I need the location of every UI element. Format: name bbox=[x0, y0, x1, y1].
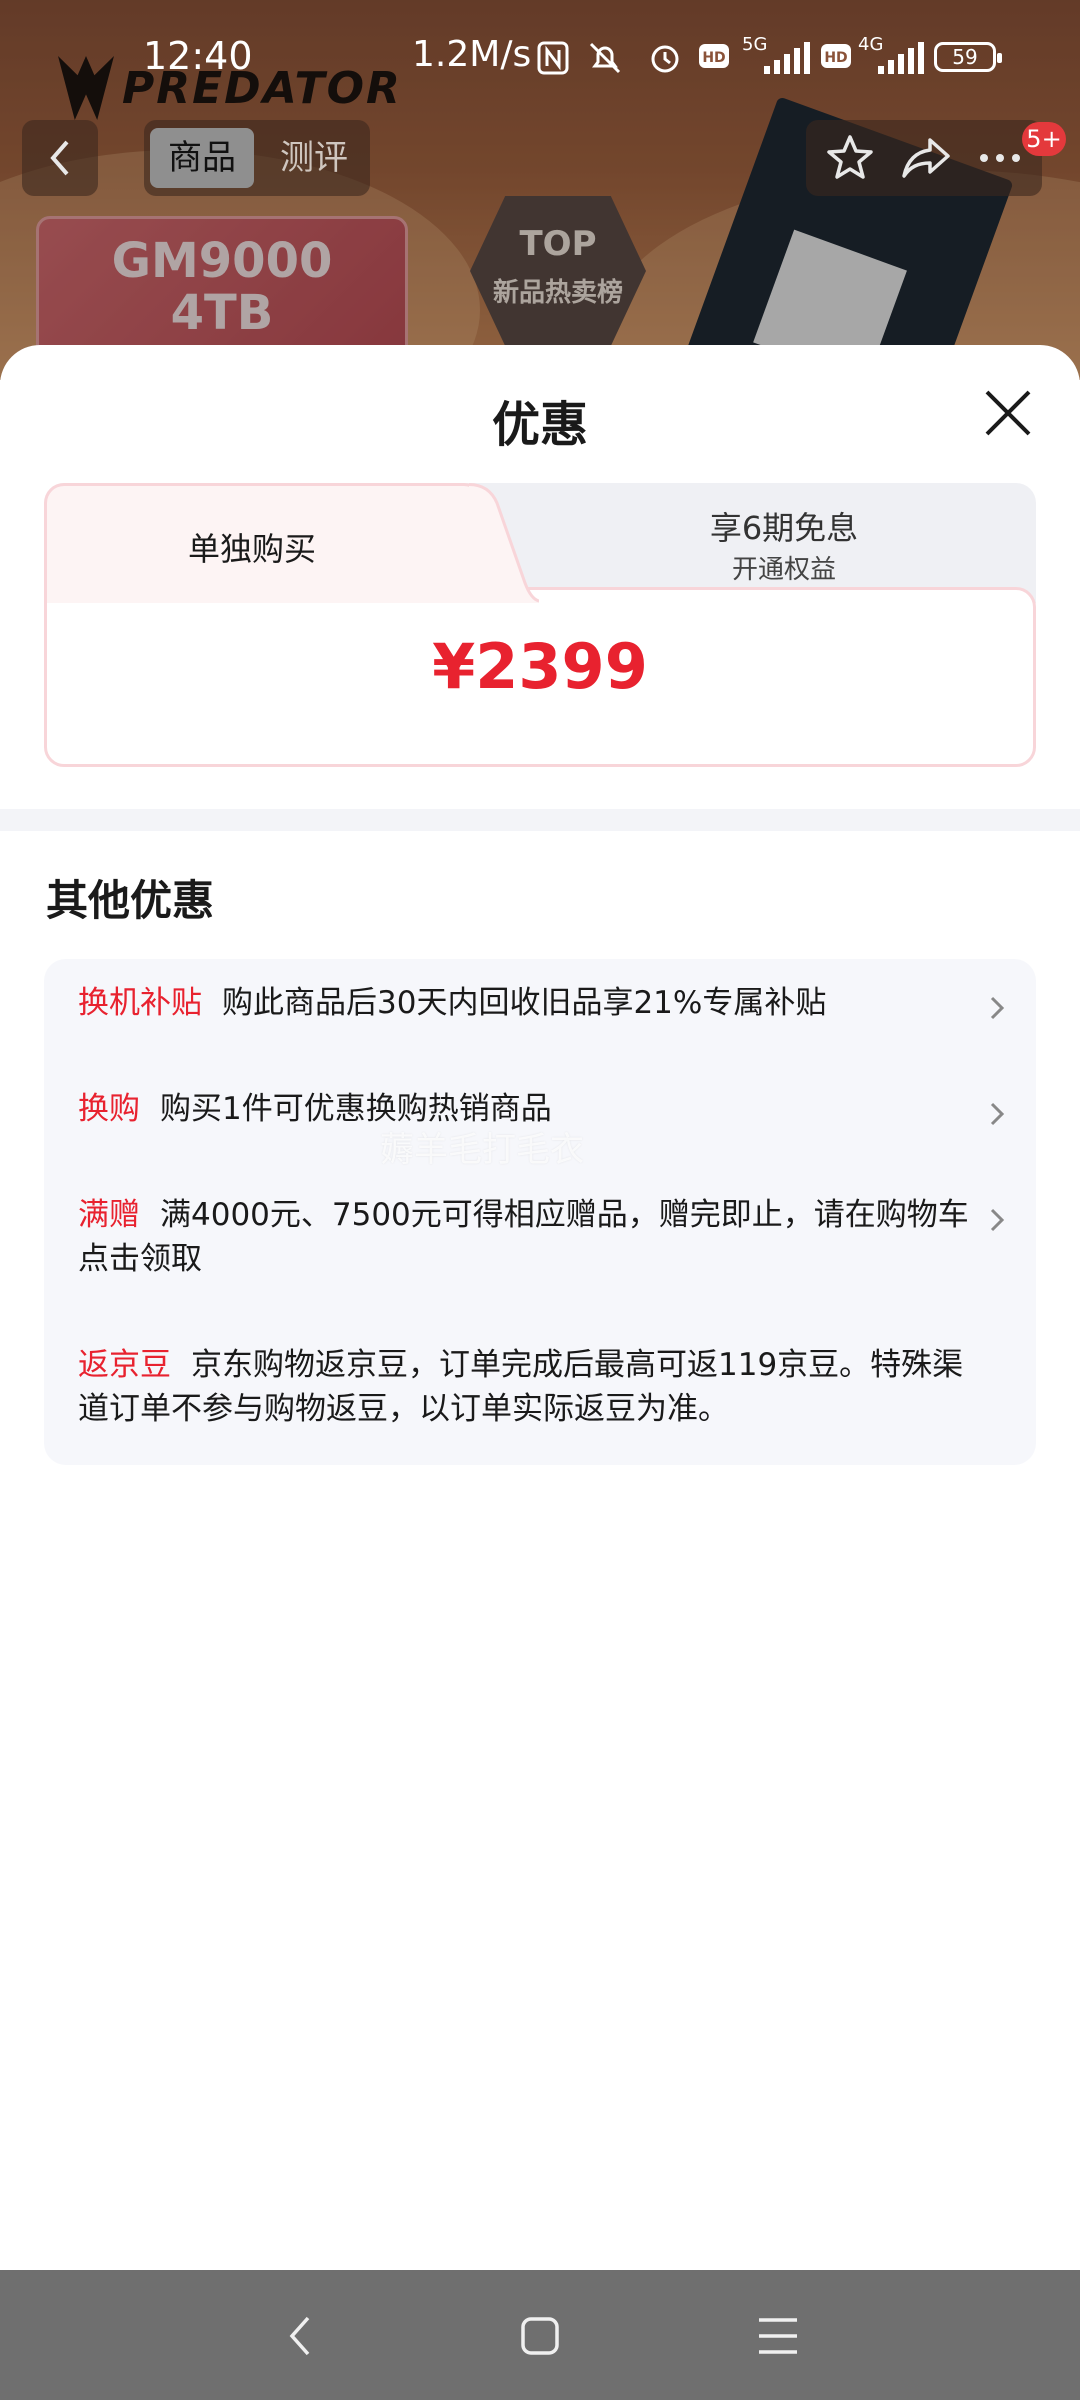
promo-tag: 满赠 bbox=[78, 1197, 140, 1233]
promo-jd-beans-rebate: 返京豆 京东购物返京豆，订单完成后最高可返119京豆。特殊渠道订单不参与购物返豆，… bbox=[78, 1343, 978, 1431]
close-icon bbox=[985, 390, 1031, 436]
muted-bell-icon bbox=[586, 40, 624, 76]
tab-review[interactable]: 测评 bbox=[262, 128, 366, 188]
watermark: 薅羊毛打毛衣 bbox=[380, 1130, 584, 1170]
chevron-right-icon[interactable] bbox=[984, 1101, 1010, 1127]
svg-text:HD: HD bbox=[824, 50, 847, 66]
promo-text: 满4000元、7500元可得相应赠品，赠完即止，请在购物车点击领取 bbox=[78, 1197, 969, 1277]
price-box: ¥2399 bbox=[44, 587, 1036, 767]
battery-icon: 59 bbox=[934, 42, 1002, 72]
option-tab-single-purchase[interactable]: 单独购买 bbox=[44, 483, 484, 603]
share-button[interactable] bbox=[898, 130, 954, 186]
promotions-list: 换机补贴 购此商品后30天内回收旧品享21%专属补贴 换购 购买1件可优惠换购热销商… bbox=[44, 959, 1036, 1465]
promo-text: 购此商品后30天内回收旧品享21%专属补贴 bbox=[222, 985, 827, 1021]
alarm-icon bbox=[646, 40, 684, 76]
network-speed: 1.2M/s bbox=[412, 34, 532, 75]
back-button[interactable] bbox=[22, 120, 98, 196]
close-button[interactable] bbox=[982, 387, 1034, 439]
promo-gift-with-purchase[interactable]: 满赠 满4000元、7500元可得相应赠品，赠完即止，请在购物车点击领取 bbox=[78, 1193, 978, 1281]
tab-product[interactable]: 商品 bbox=[150, 128, 254, 188]
discount-sheet: 优惠 享6期免息 开通权益 ¥2399 单独购买 其他优惠 换机补贴 购此商品后3… bbox=[0, 345, 1080, 2270]
hd-voice-icon-1: HD bbox=[698, 40, 730, 76]
promo-text: 京东购物返京豆，订单完成后最高可返119京豆。特殊渠道订单不参与购物返豆，以订单… bbox=[78, 1347, 964, 1427]
star-icon bbox=[827, 135, 873, 179]
installment-subtitle: 开通权益 bbox=[731, 555, 836, 585]
signal-strength-icon-1 bbox=[760, 40, 810, 76]
nav-back-icon[interactable] bbox=[276, 2310, 328, 2362]
message-count-badge: 5+ bbox=[1022, 122, 1066, 156]
promo-tag: 换机补贴 bbox=[78, 985, 202, 1021]
nav-home-icon[interactable] bbox=[514, 2310, 566, 2362]
nav-recents-icon[interactable] bbox=[752, 2310, 804, 2362]
more-button[interactable] bbox=[972, 130, 1028, 186]
chevron-right-icon[interactable] bbox=[984, 1207, 1010, 1233]
promo-trade-in-subsidy[interactable]: 换机补贴 购此商品后30天内回收旧品享21%专属补贴 bbox=[78, 981, 978, 1025]
more-dots-icon bbox=[980, 154, 1020, 162]
promo-tag: 返京豆 bbox=[78, 1347, 171, 1383]
promo-tag: 换购 bbox=[78, 1091, 140, 1127]
svg-text:HD: HD bbox=[702, 50, 725, 66]
purchase-option-card: 享6期免息 开通权益 ¥2399 单独购买 bbox=[44, 483, 1036, 767]
header-tabs: 商品 测评 bbox=[144, 120, 370, 196]
battery-level: 59 bbox=[952, 45, 978, 69]
other-discounts-title: 其他优惠 bbox=[46, 876, 215, 925]
installment-title: 享6期免息 bbox=[709, 509, 859, 547]
price: ¥2399 bbox=[432, 630, 648, 703]
hd-voice-icon-2: HD bbox=[820, 40, 852, 76]
product-banner: PREDATOR GM9000 4TB TOP 新品热卖榜 12:40 1.2M… bbox=[0, 0, 1080, 380]
nfc-icon bbox=[536, 40, 570, 76]
status-bar: 12:40 1.2M/s HD 5G HD 4G 59 bbox=[0, 30, 1080, 88]
chevron-left-icon bbox=[50, 140, 69, 176]
signal-strength-icon-2 bbox=[874, 40, 924, 76]
chevron-right-icon[interactable] bbox=[984, 995, 1010, 1021]
single-purchase-label: 单独购买 bbox=[187, 530, 316, 568]
header-actions bbox=[806, 120, 1042, 196]
share-icon bbox=[902, 138, 950, 178]
favorite-button[interactable] bbox=[822, 130, 878, 186]
status-time: 12:40 bbox=[143, 34, 253, 78]
sheet-title: 优惠 bbox=[491, 397, 588, 453]
system-nav-bar bbox=[0, 2270, 1080, 2400]
tab-curve-decoration bbox=[469, 483, 539, 603]
section-divider bbox=[0, 809, 1080, 831]
